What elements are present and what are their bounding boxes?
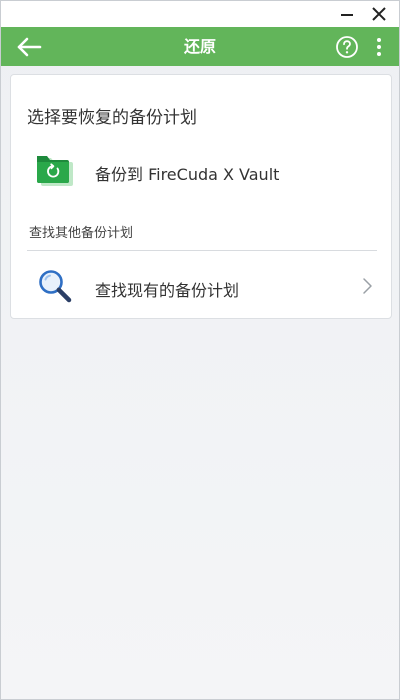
app-window: 还原 选择要恢复的备份计划 备份到 FireCuda X Vault 查找其他备… — [0, 0, 400, 700]
minimize-icon — [341, 14, 353, 16]
backup-plan-item[interactable]: 备份到 FireCuda X Vault — [11, 145, 391, 199]
arrow-left-icon — [17, 37, 42, 57]
title-bar — [1, 1, 399, 27]
find-existing-plans-item[interactable]: 查找现有的备份计划 — [11, 255, 391, 315]
close-button[interactable] — [363, 1, 395, 27]
help-circle-icon — [336, 36, 358, 58]
header-bar: 还原 — [1, 27, 399, 66]
backup-folder-icon — [37, 156, 73, 186]
section-title: 选择要恢复的备份计划 — [27, 108, 197, 128]
back-button[interactable] — [11, 32, 47, 62]
search-icon — [39, 270, 72, 303]
minimize-button[interactable] — [331, 1, 363, 27]
find-existing-plans-label: 查找现有的备份计划 — [95, 281, 240, 300]
help-button[interactable] — [335, 35, 359, 59]
restore-card: 选择要恢复的备份计划 备份到 FireCuda X Vault 查找其他备份计划… — [10, 74, 392, 319]
divider — [27, 250, 377, 251]
chevron-right-icon — [363, 278, 372, 294]
backup-plan-label: 备份到 FireCuda X Vault — [95, 165, 280, 184]
more-options-button[interactable] — [369, 34, 389, 60]
more-vertical-icon — [377, 38, 381, 56]
other-plans-title: 查找其他备份计划 — [29, 226, 134, 241]
close-icon — [372, 7, 386, 21]
